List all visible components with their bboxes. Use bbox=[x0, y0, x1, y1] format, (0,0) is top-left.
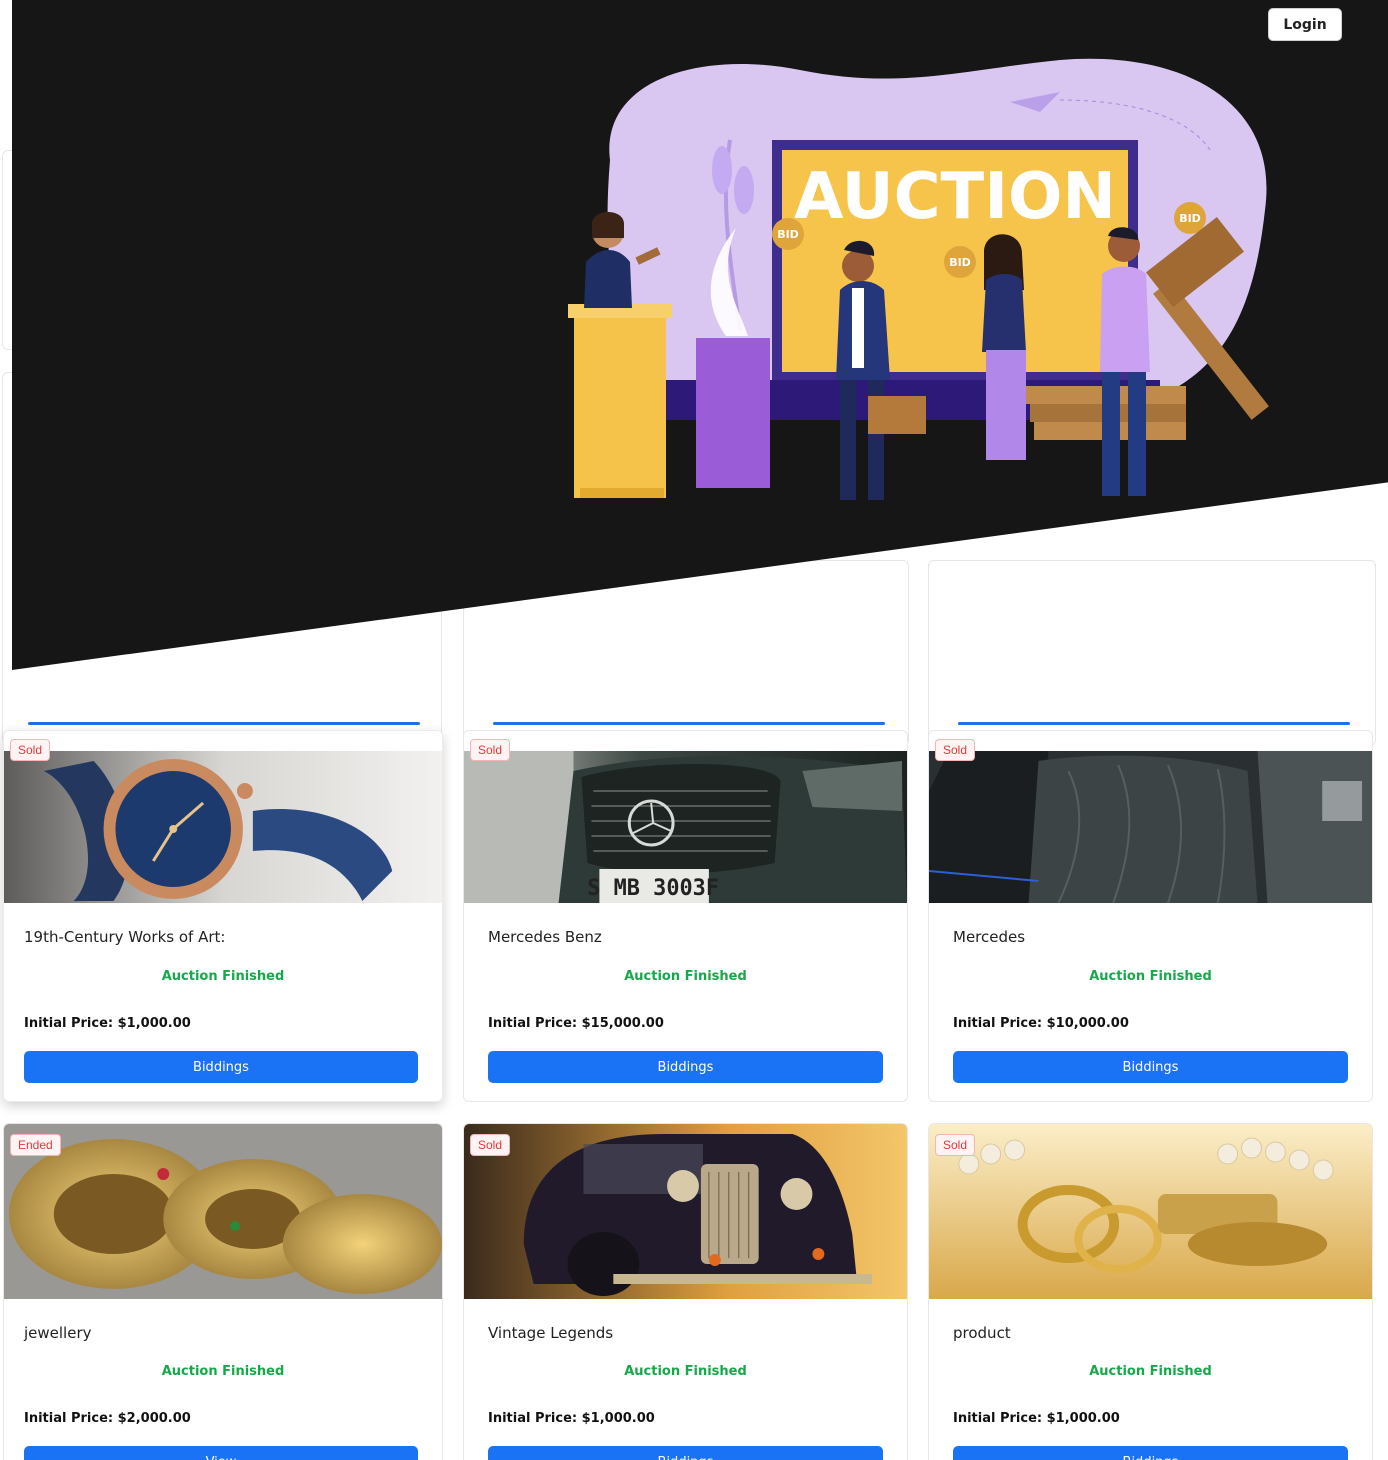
auction-page: Login AUCTION BID BID BID Sold 19th-Cent… bbox=[0, 0, 1388, 1460]
auction-status: Auction Finished bbox=[161, 1364, 285, 1379]
background-button-edge bbox=[958, 722, 1350, 725]
auction-status: Auction Finished bbox=[624, 969, 747, 984]
background-button-edge bbox=[28, 722, 420, 725]
biddings-button[interactable]: Biddings bbox=[488, 1446, 883, 1460]
status-badge: Sold bbox=[470, 739, 511, 761]
auction-illustration: AUCTION BID BID BID bbox=[540, 40, 1300, 520]
background-button-edge bbox=[493, 722, 885, 725]
svg-text:BID: BID bbox=[777, 228, 799, 241]
status-badge: Ended bbox=[10, 1134, 61, 1156]
product-card[interactable]: Sold product Auction Finished Initial Pr… bbox=[928, 1123, 1373, 1460]
initial-price: Initial Price: $10,000.00 bbox=[953, 1016, 1129, 1031]
status-badge: Sold bbox=[470, 1134, 511, 1156]
biddings-button[interactable]: Biddings bbox=[488, 1051, 883, 1083]
product-image bbox=[929, 1124, 1372, 1299]
biddings-button[interactable]: Biddings bbox=[24, 1051, 418, 1083]
initial-price: Initial Price: $15,000.00 bbox=[488, 1016, 664, 1031]
svg-text:S MB 3003F: S MB 3003F bbox=[587, 876, 719, 901]
svg-text:BID: BID bbox=[1179, 212, 1201, 225]
auction-status: Auction Finished bbox=[161, 969, 285, 984]
product-card[interactable]: S MB 3003F Sold Mercedes Benz Auction Fi… bbox=[463, 730, 908, 1102]
svg-text:BID: BID bbox=[949, 256, 971, 269]
status-badge: Sold bbox=[10, 739, 51, 761]
product-title: jewellery bbox=[24, 1324, 92, 1342]
product-title: Vintage Legends bbox=[488, 1324, 614, 1342]
product-card[interactable]: Ended jewellery Auction Finished Initial… bbox=[3, 1123, 443, 1460]
auction-status: Auction Finished bbox=[1089, 969, 1212, 984]
product-title: Mercedes Benz bbox=[488, 928, 602, 946]
initial-price: Initial Price: $1,000.00 bbox=[488, 1411, 655, 1426]
product-image: S MB 3003F bbox=[464, 751, 907, 903]
product-image bbox=[464, 1124, 907, 1299]
login-button[interactable]: Login bbox=[1268, 8, 1342, 41]
view-button[interactable]: View bbox=[24, 1446, 418, 1460]
initial-price: Initial Price: $2,000.00 bbox=[24, 1411, 191, 1426]
auction-word: AUCTION bbox=[794, 160, 1116, 234]
product-card[interactable]: Sold 19th-Century Works of Art: Auction … bbox=[3, 730, 443, 1102]
status-badge: Sold bbox=[935, 1134, 976, 1156]
product-title: 19th-Century Works of Art: bbox=[24, 928, 226, 946]
product-title: product bbox=[953, 1324, 1011, 1342]
product-image bbox=[4, 1124, 442, 1299]
biddings-button[interactable]: Biddings bbox=[953, 1051, 1348, 1083]
initial-price: Initial Price: $1,000.00 bbox=[953, 1411, 1120, 1426]
auction-status: Auction Finished bbox=[624, 1364, 747, 1379]
product-image bbox=[929, 751, 1372, 903]
initial-price: Initial Price: $1,000.00 bbox=[24, 1016, 191, 1031]
product-image bbox=[4, 751, 442, 903]
product-card[interactable]: Sold Vintage Legends Auction Finished In… bbox=[463, 1123, 908, 1460]
auction-status: Auction Finished bbox=[1089, 1364, 1212, 1379]
product-title: Mercedes bbox=[953, 928, 1026, 946]
status-badge: Sold bbox=[935, 739, 976, 761]
product-card[interactable]: Sold Mercedes Auction Finished Initial P… bbox=[928, 730, 1373, 1102]
background-card bbox=[928, 560, 1376, 746]
biddings-button[interactable]: Biddings bbox=[953, 1446, 1348, 1460]
